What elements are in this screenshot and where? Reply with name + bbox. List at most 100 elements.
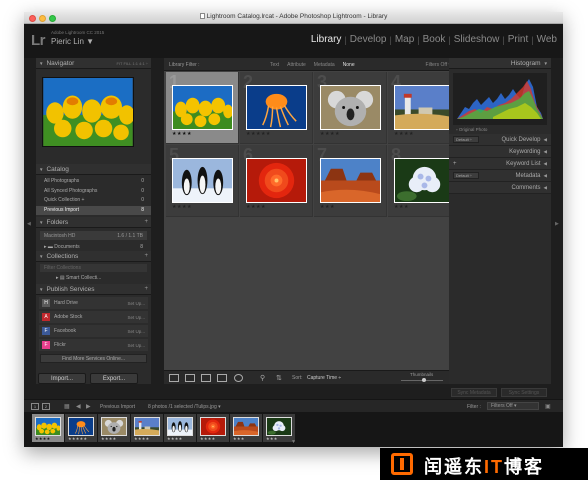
filmstrip-thumbnail-koala[interactable] — [101, 417, 127, 436]
service-setup-button[interactable]: Set Up... — [127, 329, 145, 334]
forward-arrow-icon[interactable]: ▶ — [86, 403, 91, 410]
module-map[interactable]: Map — [392, 34, 417, 45]
star-rating[interactable]: ★★★★ — [246, 204, 266, 210]
filmstrip-thumbnail-lighthouse[interactable] — [134, 417, 160, 436]
import-button[interactable]: Import... — [38, 373, 86, 384]
grid-toggle-icon[interactable]: ▦ — [64, 403, 70, 410]
star-rating[interactable]: ★★★★ — [172, 204, 192, 210]
catalog-item[interactable]: All Synced Photographs 0 — [36, 187, 151, 197]
publish-service-item[interactable]: F Facebook Set Up... — [39, 325, 148, 337]
filmstrip-filter-dropdown[interactable]: Filters Off ▾ — [487, 402, 539, 410]
publish-services-header[interactable]: ▼ Publish Services + — [36, 284, 151, 295]
filmstrip-cell[interactable]: ★★★★ — [164, 414, 196, 442]
star-rating[interactable]: ★★★★★ — [246, 131, 271, 137]
compare-view-icon[interactable] — [201, 374, 211, 382]
sync-settings-button[interactable]: Sync Settings — [501, 388, 547, 397]
survey-view-icon[interactable] — [217, 374, 227, 382]
page-1-button[interactable]: 1 — [31, 403, 39, 410]
volume-row[interactable]: Macintosh HD 1.6 / 1.1 TB — [40, 231, 147, 240]
painter-icon[interactable]: ⚲ — [260, 374, 265, 382]
grid-cell[interactable]: 5 ★★★★ — [166, 145, 239, 217]
grid-cell[interactable]: 2 ★★★★★ — [240, 72, 313, 144]
module-book[interactable]: Book — [420, 34, 449, 45]
filmstrip-cell[interactable]: ★★★ — [263, 414, 295, 442]
export-button[interactable]: Export... — [90, 373, 138, 384]
panel-preset-control[interactable]: + — [453, 161, 457, 167]
module-web[interactable]: Web — [534, 34, 560, 45]
star-rating[interactable]: ★★★★ — [320, 131, 340, 137]
filmstrip-thumbnail-hydrangeas[interactable] — [266, 417, 292, 436]
left-panel-toggle[interactable]: ◀ — [24, 58, 36, 384]
photo-thumbnail-penguins[interactable] — [172, 158, 233, 203]
collapse-filmstrip-icon[interactable]: ▼ — [291, 439, 296, 445]
catalog-header[interactable]: ▼ Catalog — [36, 164, 151, 175]
module-slideshow[interactable]: Slideshow — [451, 34, 503, 45]
back-arrow-icon[interactable]: ◀ — [76, 403, 81, 410]
filmstrip-cell[interactable]: ★★★★ — [131, 414, 163, 442]
panel-preset-control[interactable]: Default ÷ — [453, 172, 479, 179]
panel-keywording[interactable]: Keywording ◀ — [449, 146, 551, 158]
loupe-view-icon[interactable] — [185, 374, 195, 382]
photo-thumbnail-koala[interactable] — [320, 85, 381, 130]
panel-quick-develop[interactable]: Default ÷ Quick Develop ◀ — [449, 134, 551, 146]
right-panel-toggle[interactable]: ▶ — [551, 58, 563, 384]
sync-metadata-button[interactable]: Sync Metadata — [451, 388, 497, 397]
filmstrip-source-breadcrumb[interactable]: Previous Import — [100, 404, 135, 410]
panel-keyword-list[interactable]: + Keyword List ◀ — [449, 158, 551, 170]
filter-option-metadata[interactable]: Metadata — [314, 62, 335, 68]
module-develop[interactable]: Develop — [347, 34, 390, 45]
filmstrip-thumbnail-chrysanthemum[interactable] — [200, 417, 226, 436]
navigator-preview-image[interactable] — [42, 77, 135, 147]
collections-header[interactable]: ▼ Collections + — [36, 251, 151, 262]
smart-collection-item[interactable]: ▸ ▤ Smart Collecti... — [40, 274, 147, 282]
module-print[interactable]: Print — [505, 34, 532, 45]
grid-cell[interactable]: 7 ★★★ — [314, 145, 387, 217]
photo-thumbnail-hydrangeas[interactable] — [394, 158, 455, 203]
filmstrip-cell[interactable]: ★★★★ — [32, 414, 64, 442]
publish-service-item[interactable]: H Hard Drive Set Up... — [39, 297, 148, 309]
zoom-options[interactable]: FIT FILL 1:1 4:1 ÷ — [116, 61, 148, 66]
filter-option-none[interactable]: None — [343, 62, 355, 68]
panel-preset-control[interactable]: Default ÷ — [453, 136, 479, 143]
filmstrip-selection-info[interactable]: 8 photos /1 selected /Tulips.jpg ▾ — [148, 404, 221, 410]
service-setup-button[interactable]: Set Up... — [127, 315, 145, 320]
user-name[interactable]: Pieric Lin ▼ — [51, 37, 94, 46]
filmstrip-cell[interactable]: ★★★★ — [197, 414, 229, 442]
publish-service-item[interactable]: A Adobe Stock Set Up... — [39, 311, 148, 323]
panel-comments[interactable]: Comments ◀ — [449, 182, 551, 194]
catalog-item[interactable]: All Photographs 0 — [36, 177, 151, 187]
grid-cell[interactable]: 6 ★★★★ — [240, 145, 313, 217]
grid-cell[interactable]: 3 ★★★★ — [314, 72, 387, 144]
add-folder-icon[interactable]: + — [144, 219, 148, 225]
star-rating[interactable]: ★★★★ — [172, 131, 192, 137]
filters-off-dropdown[interactable]: Filters Off ▾ — [426, 62, 451, 68]
thumbnail-size-knob[interactable] — [422, 378, 426, 382]
histogram-header[interactable]: Histogram ▼ — [449, 58, 551, 69]
grid-cell[interactable]: 1 ★★★★ — [166, 72, 239, 144]
service-setup-button[interactable]: Set Up... — [127, 343, 145, 348]
filter-option-attribute[interactable]: Attribute — [287, 62, 306, 68]
photo-thumbnail-chrysanthemum[interactable] — [246, 158, 307, 203]
collections-filter-input[interactable]: Filter Collections — [40, 264, 147, 272]
page-2-button[interactable]: 2 — [42, 403, 50, 410]
folders-header[interactable]: ▼ Folders + — [36, 217, 151, 228]
panel-metadata[interactable]: Default ÷ Metadata ◀ — [449, 170, 551, 182]
sort-dropdown[interactable]: Capture Time ÷ — [307, 375, 341, 381]
photo-thumbnail-tulips[interactable] — [172, 85, 233, 130]
filmstrip-thumbnail-desert[interactable] — [233, 417, 259, 436]
filmstrip-cell[interactable]: ★★★★★ — [65, 414, 97, 442]
add-service-icon[interactable]: + — [144, 286, 148, 292]
catalog-item[interactable]: Quick Collection + 0 — [36, 196, 151, 206]
star-rating[interactable]: ★★★ — [394, 204, 409, 210]
add-collection-icon[interactable]: + — [144, 253, 148, 259]
filmstrip-thumbnail-tulips[interactable] — [35, 417, 61, 436]
folder-row[interactable]: ▸ ▬ Documents 8 — [40, 243, 147, 251]
sort-direction-icon[interactable]: ⇅ — [276, 374, 282, 382]
find-more-services-button[interactable]: Find More Services Online... — [40, 354, 147, 363]
filmstrip-thumbnail-jellyfish[interactable] — [68, 417, 94, 436]
navigator-header[interactable]: ▼ Navigator FIT FILL 1:1 4:1 ÷ — [36, 58, 151, 69]
people-view-icon[interactable] — [234, 374, 243, 382]
histogram[interactable] — [453, 73, 547, 125]
filter-option-text[interactable]: Text — [270, 62, 279, 68]
filmstrip-cell[interactable]: ★★★★ — [98, 414, 130, 442]
